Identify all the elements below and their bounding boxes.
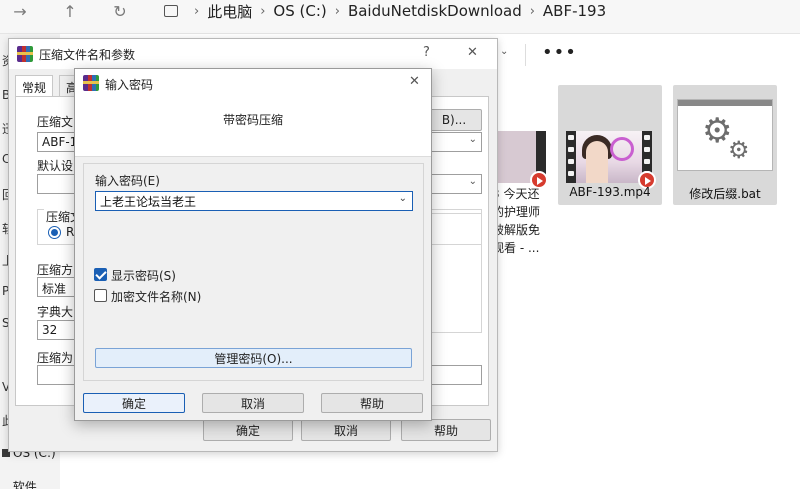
password-dialog-header: 带密码压缩 — [75, 97, 431, 157]
show-password-checkbox[interactable] — [94, 268, 107, 281]
toolbar-divider — [525, 44, 526, 66]
file-name: 修改后缀.bat — [689, 187, 761, 201]
winrar-icon — [83, 75, 99, 91]
password-dialog-title-bar: 输入密码 ✕ — [75, 69, 431, 97]
winrar-icon — [17, 46, 33, 62]
breadcrumb-chevron-icon: › — [260, 3, 266, 19]
main-help-button[interactable]: 帮助 — [401, 419, 491, 441]
explorer-nav-bar: → ↑ ↻ › 此电脑 › OS (C:) › BaiduNetdiskDown… — [0, 0, 800, 34]
file-name: ABF-193.mp4 — [569, 185, 651, 199]
file-item-bat[interactable]: ⚙ ⚙ 修改后缀.bat — [673, 85, 777, 205]
main-cancel-button[interactable]: 取消 — [301, 419, 391, 441]
breadcrumb-drive[interactable]: OS (C:) — [273, 2, 326, 20]
rar-format-radio[interactable] — [48, 226, 61, 239]
password-input-label: 输入密码(E) — [95, 174, 160, 188]
dictionary-size-value: 32 — [42, 323, 58, 337]
password-ok-button[interactable]: 确定 — [83, 393, 185, 413]
breadcrumb-current-folder[interactable]: ABF-193 — [543, 2, 606, 20]
compression-method-label: 压缩方 — [37, 263, 74, 277]
default-profile-label: 默认设 — [37, 159, 74, 173]
video-thumbnail — [566, 131, 656, 189]
password-help-button[interactable]: 帮助 — [321, 393, 423, 413]
drive-label: 软件 (D:) — [12, 480, 37, 489]
tab-general[interactable]: 常规 — [15, 75, 54, 97]
file-name-partial: 3 今天还 的护理师 破解版免 观看 - ... — [492, 187, 541, 255]
up-arrow-icon[interactable]: ↑ — [58, 0, 82, 22]
gear-icon: ⚙ — [728, 136, 750, 164]
encrypt-file-names-checkbox[interactable] — [94, 289, 107, 302]
browse-button[interactable]: B)... — [426, 109, 482, 131]
help-icon[interactable]: ? — [423, 45, 430, 60]
video-thumbnail — [490, 131, 548, 189]
chevron-down-icon[interactable]: ⌄ — [399, 193, 407, 204]
split-volumes-label: 压缩为 — [37, 351, 74, 365]
sidebar-drive-d[interactable]: 软件 (D:) — [2, 478, 62, 489]
batch-file-thumbnail: ⚙ ⚙ — [677, 99, 773, 171]
enter-password-dialog: 输入密码 ✕ 带密码压缩 输入密码(E) 上老王论坛当老王 ⌄ 显示密码(S) … — [74, 68, 432, 421]
chevron-down-icon[interactable]: ⌄ — [469, 176, 477, 187]
chevron-down-icon[interactable]: ⌄ — [500, 46, 508, 57]
breadcrumb-chevron-icon: › — [334, 3, 340, 19]
password-dialog-heading: 带密码压缩 — [222, 113, 283, 127]
chevron-down-icon[interactable]: ⌄ — [469, 134, 477, 145]
manage-passwords-button[interactable]: 管理密码(O)... — [95, 348, 412, 368]
explorer-toolbar: ⌄ ••• — [500, 40, 800, 72]
breadcrumb-folder[interactable]: BaiduNetdiskDownload — [348, 2, 522, 20]
compression-method-value: 标准 — [42, 282, 67, 296]
encrypt-file-names-label: 加密文件名称(N) — [111, 290, 202, 304]
more-icon[interactable]: ••• — [542, 42, 577, 63]
breadcrumb-chevron-icon: › — [529, 3, 535, 19]
computer-icon — [164, 5, 178, 17]
password-input[interactable]: 上老王论坛当老王 ⌄ — [95, 191, 413, 211]
close-icon[interactable]: ✕ — [467, 45, 478, 60]
main-ok-button[interactable]: 确定 — [203, 419, 293, 441]
refresh-icon[interactable]: ↻ — [108, 0, 132, 22]
breadcrumb-this-pc[interactable]: 此电脑 — [207, 1, 252, 22]
close-icon[interactable]: ✕ — [409, 74, 420, 89]
file-item-video[interactable]: ABF-193.mp4 — [558, 85, 662, 205]
dialog-title-bar: 压缩文件名和参数 ? ✕ — [9, 39, 497, 69]
address-bar[interactable]: › 此电脑 › OS (C:) › BaiduNetdiskDownload ›… — [150, 0, 800, 22]
dialog-title: 压缩文件名和参数 — [39, 48, 136, 62]
password-dialog-title: 输入密码 — [105, 78, 154, 92]
back-arrow-icon[interactable]: → — [8, 0, 32, 22]
show-password-label: 显示密码(S) — [111, 269, 176, 283]
dictionary-size-label: 字典大 — [37, 305, 74, 319]
password-value: 上老王论坛当老王 — [100, 195, 197, 209]
archive-name-label: 压缩文 — [37, 115, 74, 129]
breadcrumb-chevron-icon: › — [194, 3, 200, 19]
password-cancel-button[interactable]: 取消 — [202, 393, 304, 413]
